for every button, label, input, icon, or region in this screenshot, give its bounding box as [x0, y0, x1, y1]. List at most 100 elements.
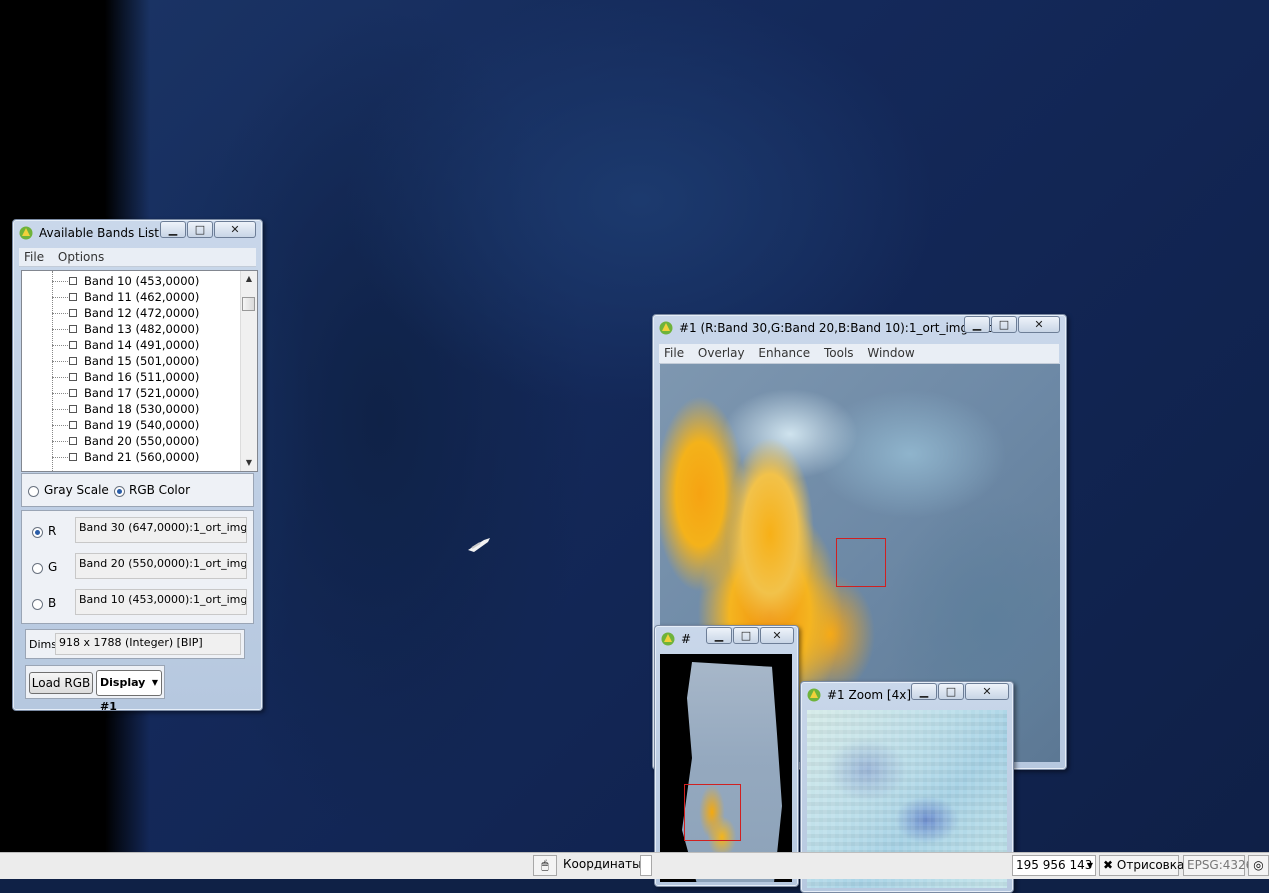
menu-options[interactable]: Options	[53, 248, 109, 266]
b-channel-field[interactable]: Band 10 (453,0000):1_ort_img.dat	[75, 589, 247, 615]
g-channel-radio[interactable]	[32, 563, 43, 574]
app-logo-icon	[19, 226, 33, 240]
g-channel-field[interactable]: Band 20 (550,0000):1_ort_img.dat	[75, 553, 247, 579]
app-logo-icon	[807, 688, 821, 702]
maximize-icon: □	[945, 685, 957, 698]
scroll-image-view[interactable]	[660, 654, 792, 882]
maximize-button[interactable]: □	[733, 627, 759, 644]
list-scrollbar[interactable]: ▲ ▼	[240, 271, 257, 471]
maximize-button[interactable]: □	[991, 316, 1017, 333]
close-icon: ✕	[230, 223, 240, 236]
r-channel-field[interactable]: Band 30 (647,0000):1_ort_img.dat	[75, 517, 247, 543]
checkbox[interactable]	[69, 309, 77, 317]
titlebar[interactable]: #1 Zoom [4x] ▁ □ ✕	[801, 682, 1013, 708]
app-logo-icon	[659, 321, 673, 335]
available-bands-window: Available Bands List ▁ □ ✕ File Options …	[12, 219, 263, 713]
checkbox[interactable]	[69, 389, 77, 397]
window-title: #1 Zoom [4x]	[827, 688, 912, 702]
rgb-channel-group: R Band 30 (647,0000):1_ort_img.dat G Ban…	[21, 510, 254, 624]
dims-value: 918 x 1788 (Integer) [BIP]	[55, 633, 241, 655]
titlebar[interactable]: Available Bands List ▁ □ ✕	[13, 220, 262, 246]
list-item[interactable]: Band 14 (491,0000)	[22, 337, 242, 353]
checkbox[interactable]	[69, 325, 77, 333]
app-logo-icon	[661, 632, 675, 646]
titlebar[interactable]: #1 (R:Band 30,G:Band 20,B:Band 10):1_ort…	[653, 315, 1066, 341]
menu-file[interactable]: File	[19, 248, 49, 266]
color-mode-group: Gray Scale RGB Color	[21, 473, 254, 507]
scroll-thumb[interactable]	[242, 297, 255, 311]
close-button[interactable]: ✕	[1018, 316, 1060, 333]
close-icon: ✕	[982, 685, 992, 698]
scroll-up-icon[interactable]: ▲	[241, 271, 257, 287]
list-item[interactable]: Band 18 (530,0000)	[22, 401, 242, 417]
minimize-button[interactable]: ▁	[706, 627, 732, 644]
b-channel-radio[interactable]	[32, 599, 43, 610]
dropdown-arrow-icon: ▼	[151, 678, 158, 687]
checkbox[interactable]	[69, 277, 77, 285]
menu-window[interactable]: Window	[862, 344, 919, 362]
checkbox[interactable]	[69, 421, 77, 429]
dims-group: Dims 918 x 1788 (Integer) [BIP]	[25, 629, 245, 659]
maximize-icon: □	[998, 318, 1010, 331]
list-item[interactable]: Band 16 (511,0000)	[22, 369, 242, 385]
b-channel-label: B	[48, 596, 57, 610]
list-item[interactable]: Band 17 (521,0000)	[22, 385, 242, 401]
list-item[interactable]: Band 13 (482,0000)	[22, 321, 242, 337]
close-icon: ✕	[1034, 318, 1044, 331]
checkbox[interactable]	[69, 293, 77, 301]
menu-enhance[interactable]: Enhance	[753, 344, 815, 362]
coords-field[interactable]	[640, 855, 652, 876]
close-button[interactable]: ✕	[965, 683, 1009, 700]
scroll-down-icon[interactable]: ▼	[241, 455, 257, 471]
dims-label: Dims	[29, 638, 57, 651]
maximize-icon: □	[740, 629, 752, 642]
render-x-icon: ✖	[1103, 858, 1114, 872]
checkbox[interactable]	[69, 437, 77, 445]
minimize-button[interactable]: ▁	[964, 316, 990, 333]
minimize-button[interactable]: ▁	[160, 221, 186, 238]
load-group: Load RGB Display #1 ▼	[25, 665, 165, 713]
mouse-toggle-button[interactable]: 🖱	[533, 855, 557, 876]
load-rgb-button[interactable]: Load RGB	[29, 672, 93, 694]
list-item[interactable]: Band 10 (453,0000)	[22, 273, 242, 289]
render-toggle[interactable]: ✖ Отрисовка	[1099, 855, 1184, 876]
render-label: Отрисовка	[1116, 858, 1185, 872]
zoom-box[interactable]	[836, 538, 886, 587]
list-item[interactable]: Band 20 (550,0000)	[22, 433, 242, 449]
crs-button[interactable]: EPSG:4326	[1183, 855, 1253, 876]
titlebar[interactable]: # ▁ □ ✕	[655, 626, 798, 652]
menu-overlay[interactable]: Overlay	[693, 344, 750, 362]
checkbox[interactable]	[69, 357, 77, 365]
r-channel-radio[interactable]	[32, 527, 43, 538]
globe-button[interactable]: ◎	[1248, 855, 1269, 876]
checkbox[interactable]	[69, 341, 77, 349]
list-item[interactable]: Band 21 (560,0000)	[22, 449, 242, 465]
display-select-value: Display #1	[100, 676, 146, 713]
minimize-icon: ▁	[919, 685, 929, 698]
scale-select[interactable]: 195 956 143 ▼	[1012, 855, 1096, 876]
gray-scale-radio[interactable]	[28, 486, 39, 497]
checkbox[interactable]	[69, 453, 77, 461]
close-button[interactable]: ✕	[760, 627, 794, 644]
globe-icon: ◎	[1253, 858, 1264, 872]
menubar: File Options	[19, 248, 256, 267]
scroll-box[interactable]	[684, 784, 741, 841]
display-select[interactable]: Display #1 ▼	[96, 670, 162, 713]
list-item[interactable]: Band 11 (462,0000)	[22, 289, 242, 305]
close-icon: ✕	[772, 629, 782, 642]
menu-file[interactable]: File	[659, 344, 689, 362]
maximize-button[interactable]: □	[938, 683, 964, 700]
checkbox[interactable]	[69, 373, 77, 381]
band-list[interactable]: Band 10 (453,0000) Band 11 (462,0000) Ba…	[21, 270, 258, 472]
list-item[interactable]: Band 15 (501,0000)	[22, 353, 242, 369]
checkbox[interactable]	[69, 405, 77, 413]
gray-scale-label: Gray Scale	[44, 483, 109, 497]
menu-tools[interactable]: Tools	[819, 344, 859, 362]
list-item[interactable]: Band 19 (540,0000)	[22, 417, 242, 433]
minimize-icon: ▁	[714, 629, 724, 642]
close-button[interactable]: ✕	[214, 221, 256, 238]
minimize-button[interactable]: ▁	[911, 683, 937, 700]
list-item[interactable]: Band 12 (472,0000)	[22, 305, 242, 321]
rgb-color-radio[interactable]	[114, 486, 125, 497]
maximize-button[interactable]: □	[187, 221, 213, 238]
